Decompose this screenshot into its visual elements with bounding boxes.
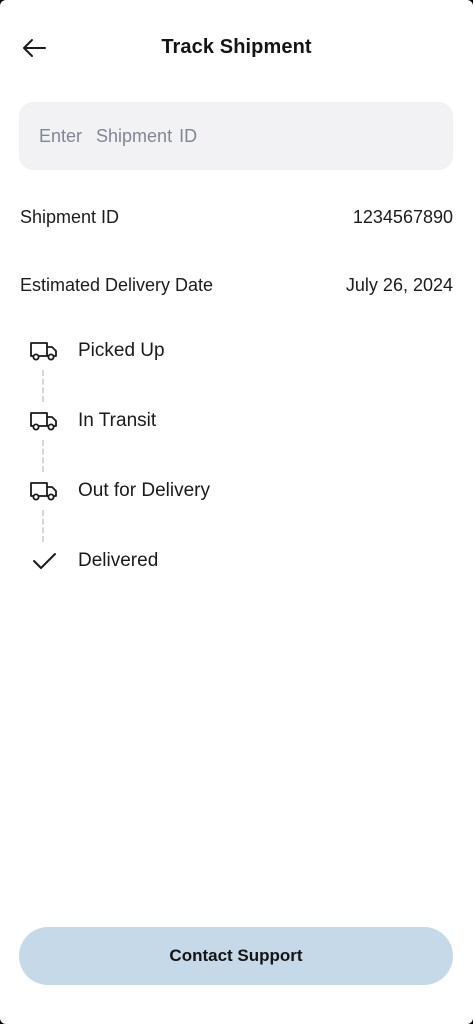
shipment-id-value: 1234567890	[352, 207, 453, 227]
timeline-step-out-for-delivery: Out for Delivery	[27, 474, 447, 508]
timeline-connector	[42, 370, 44, 402]
timeline-step-delivered: Delivered	[27, 544, 447, 578]
page-title: Track Shipment	[161, 36, 312, 58]
delivery-date-value: July 26, 2024	[345, 275, 453, 295]
timeline-step-label: Delivered	[78, 550, 159, 571]
delivery-date-label: Estimated Delivery Date	[20, 275, 214, 295]
contact-support-button[interactable]: Contact Support	[19, 927, 453, 985]
truck-icon	[27, 474, 61, 508]
track-shipment-screen: Track Shipment Shipment ID 1234567890 Es…	[0, 0, 473, 1024]
header: Track Shipment	[0, 22, 473, 74]
shipment-id-row: Shipment ID 1234567890	[19, 207, 453, 235]
timeline-connector	[42, 510, 44, 542]
shipment-id-input[interactable]	[19, 102, 453, 170]
delivery-date-row: Estimated Delivery Date July 26, 2024	[19, 275, 453, 303]
timeline-step-label: In Transit	[78, 410, 157, 431]
checkmark-icon	[27, 544, 61, 578]
truck-icon	[27, 404, 61, 438]
timeline-step-label: Picked Up	[78, 340, 165, 361]
timeline-step-in-transit: In Transit	[27, 404, 447, 438]
search-box	[19, 102, 453, 170]
truck-icon	[27, 334, 61, 368]
timeline-connector	[42, 440, 44, 472]
shipment-id-label: Shipment ID	[20, 207, 120, 227]
timeline-step-label: Out for Delivery	[78, 480, 210, 501]
timeline-step-picked-up: Picked Up	[27, 334, 447, 368]
